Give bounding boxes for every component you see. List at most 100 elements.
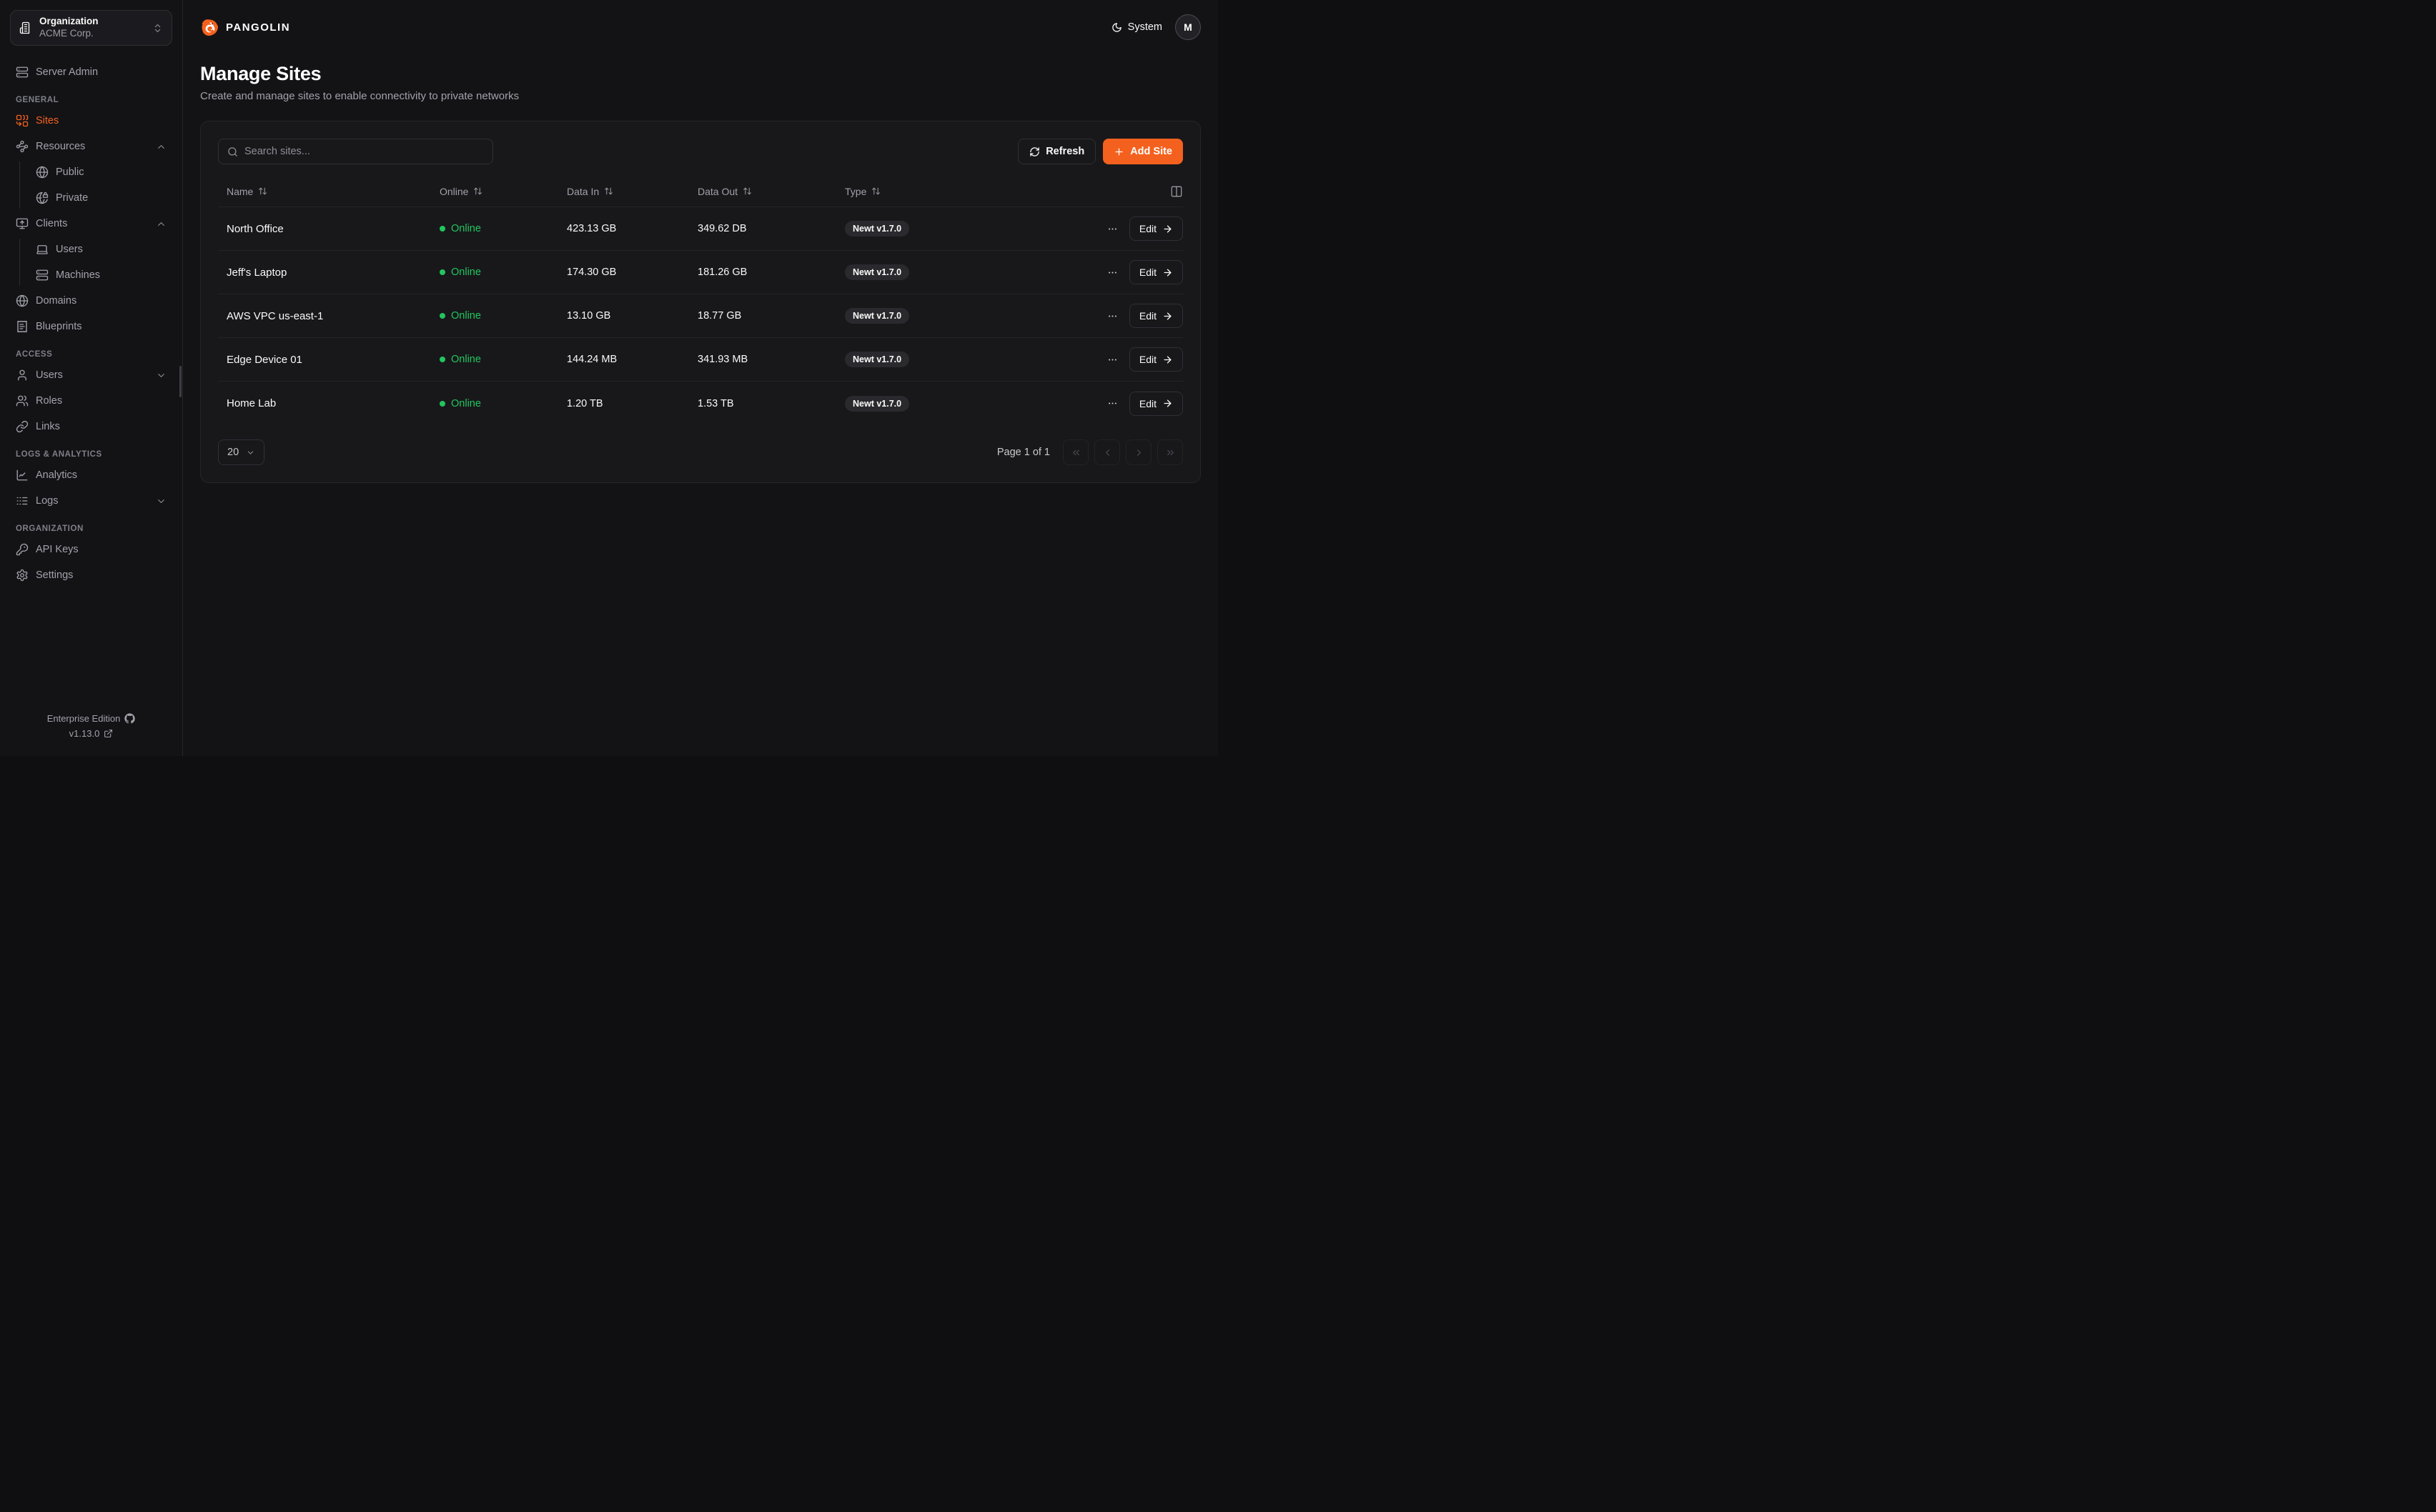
sidebar-item-users[interactable]: Users [10,364,172,386]
chevrons-right-icon [1165,447,1176,458]
avatar[interactable]: M [1175,14,1201,40]
site-name: Edge Device 01 [218,354,440,366]
sort-icon [473,186,482,196]
row-menu-button[interactable] [1107,311,1118,322]
sidebar-item-machines[interactable]: Machines [30,264,172,286]
sidebar-item-label: Blueprints [36,321,81,332]
data-out-value: 349.62 DB [698,223,845,234]
top-bar: PANGOLIN System M [183,0,1218,54]
data-in-value: 144.24 MB [567,354,698,365]
column-header-data-in[interactable]: Data In [567,186,698,197]
sidebar-nav: Server Admin GENERAL Sites Resources Pub… [10,61,172,590]
type-badge: Newt v1.7.0 [845,221,909,237]
refresh-button[interactable]: Refresh [1018,139,1096,164]
sidebar-item-public[interactable]: Public [30,161,172,183]
edit-button[interactable]: Edit [1129,347,1183,372]
ellipsis-icon [1107,311,1118,322]
column-header-name[interactable]: Name [218,186,440,197]
organization-selector[interactable]: Organization ACME Corp. [10,10,172,46]
sidebar-item-analytics[interactable]: Analytics [10,464,172,486]
building-icon [19,21,32,34]
sidebar-item-sites[interactable]: Sites [10,110,172,131]
sidebar-item-settings[interactable]: Settings [10,564,172,586]
status-badge: Online [440,223,567,234]
version-link[interactable]: v1.13.0 [10,728,172,739]
search-input[interactable] [244,146,484,157]
sidebar-item-roles[interactable]: Roles [10,390,172,412]
sidebar-item-resources[interactable]: Resources [10,136,172,157]
section-label-access: ACCESS [16,350,172,359]
row-menu-button[interactable] [1107,224,1118,234]
search-box [218,139,493,164]
data-out-value: 1.53 TB [698,398,845,409]
sidebar-item-clients[interactable]: Clients [10,213,172,234]
globe-icon [36,166,49,179]
sidebar-item-domains[interactable]: Domains [10,290,172,312]
data-out-value: 181.26 GB [698,267,845,278]
server-icon [16,66,29,79]
next-page-button[interactable] [1126,439,1152,465]
sidebar-item-label: Settings [36,570,73,581]
edit-button[interactable]: Edit [1129,260,1183,284]
sidebar-item-logs[interactable]: Logs [10,490,172,512]
add-site-button[interactable]: Add Site [1103,139,1183,164]
arrow-right-icon [1162,311,1173,322]
column-header-online[interactable]: Online [440,186,567,197]
pangolin-logo: PANGOLIN [200,18,290,37]
ellipsis-icon [1107,224,1118,234]
sidebar-item-label: Domains [36,295,76,307]
edition-link[interactable]: Enterprise Edition [10,713,172,724]
last-page-button[interactable] [1157,439,1183,465]
row-menu-button[interactable] [1107,267,1118,278]
github-icon [124,713,135,724]
clients-subgroup: Users Machines [19,239,172,286]
page-info: Page 1 of 1 [997,447,1050,458]
sidebar-item-server-admin[interactable]: Server Admin [10,61,172,83]
sidebar-item-api-keys[interactable]: API Keys [10,539,172,560]
column-header-type[interactable]: Type [845,186,1170,197]
column-header-data-out[interactable]: Data Out [698,186,845,197]
sidebar-item-links[interactable]: Links [10,416,172,437]
chevron-up-icon [156,141,167,152]
data-in-value: 13.10 GB [567,310,698,322]
theme-toggle[interactable]: System [1111,21,1162,33]
online-dot-icon [440,401,445,407]
arrow-right-icon [1162,224,1173,234]
sidebar-item-label: Logs [36,495,58,507]
sort-icon [871,186,881,196]
chevron-up-icon [156,219,167,229]
chart-line-icon [16,469,29,482]
status-badge: Online [440,267,567,278]
page-size-select[interactable]: 20 [218,439,264,465]
type-badge: Newt v1.7.0 [845,264,909,280]
sidebar-scrollbar-thumb[interactable] [179,366,182,397]
site-name: AWS VPC us-east-1 [218,310,440,322]
section-label-general: GENERAL [16,96,172,104]
sidebar-footer: Enterprise Edition v1.13.0 [10,709,172,746]
ellipsis-icon [1107,354,1118,365]
chevron-down-icon [156,370,167,381]
data-in-value: 1.20 TB [567,398,698,409]
chevrons-left-icon [1071,447,1081,458]
sidebar-item-label: Private [56,192,88,204]
sidebar-item-client-users[interactable]: Users [30,239,172,260]
status-badge: Online [440,354,567,365]
sidebar-item-label: Clients [36,218,67,229]
sidebar-item-private[interactable]: Private [30,187,172,209]
row-menu-button[interactable] [1107,354,1118,365]
sites-card: Refresh Add Site Name Online [200,121,1201,483]
previous-page-button[interactable] [1094,439,1120,465]
sidebar-item-blueprints[interactable]: Blueprints [10,316,172,337]
pagination: 20 Page 1 of 1 [218,439,1183,465]
theme-toggle-label: System [1128,21,1162,33]
first-page-button[interactable] [1063,439,1089,465]
edit-button[interactable]: Edit [1129,392,1183,416]
version-label: v1.13.0 [69,728,100,739]
page-subtitle: Create and manage sites to enable connec… [200,90,1201,102]
edit-button[interactable]: Edit [1129,217,1183,241]
edit-button[interactable]: Edit [1129,304,1183,328]
sites-table: Name Online Data In Data Out [218,176,1183,425]
refresh-button-label: Refresh [1046,146,1084,157]
row-menu-button[interactable] [1107,398,1118,409]
column-visibility-button[interactable] [1170,185,1183,198]
